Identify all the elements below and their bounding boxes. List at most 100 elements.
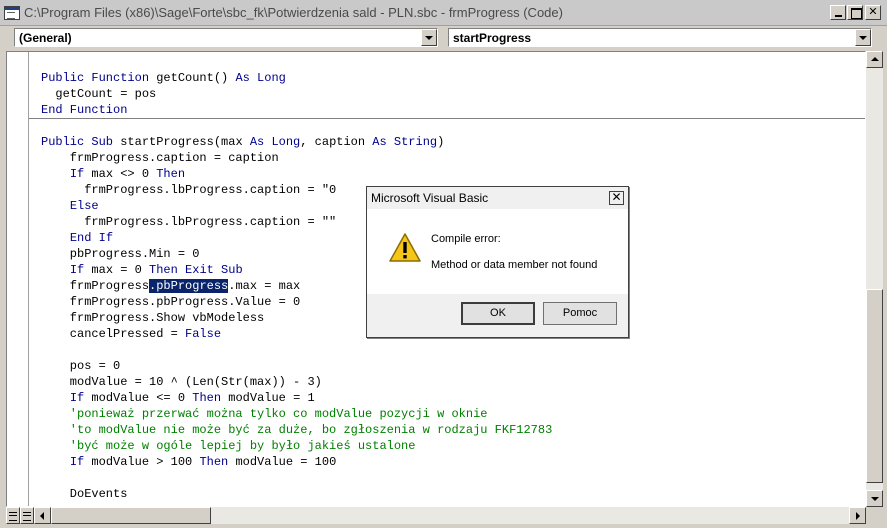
code-keyword: As String	[372, 135, 438, 149]
code-keyword: Public Sub	[41, 135, 121, 149]
close-button[interactable]: ✕	[865, 5, 881, 20]
scroll-up-button[interactable]	[866, 51, 883, 68]
code-line[interactable]: DoEvents	[41, 486, 552, 502]
scroll-right-button[interactable]	[849, 507, 866, 524]
code-line[interactable]: Public Function getCount() As Long	[41, 70, 552, 86]
code-token: frmProgress	[41, 279, 150, 293]
dialog-titlebar[interactable]: Microsoft Visual Basic ✕	[367, 187, 628, 209]
code-keyword: Then	[192, 391, 222, 405]
dialog-message: Method or data member not found	[431, 259, 598, 271]
code-token: , caption	[300, 135, 373, 149]
code-line[interactable]	[41, 118, 552, 134]
procedure-combo[interactable]: startProgress	[448, 28, 872, 47]
window-title: C:\Program Files (x86)\Sage\Forte\sbc_fk…	[24, 5, 563, 20]
ok-button[interactable]: OK	[461, 302, 535, 325]
code-keyword: Then Exit Sub	[149, 263, 243, 277]
code-keyword: If	[69, 167, 85, 181]
chevron-down-icon[interactable]	[855, 29, 871, 46]
code-comment: 'to modValue nie może być za duże, bo zg…	[41, 423, 553, 437]
code-token: pos = 0	[41, 359, 121, 373]
procedure-combo-value: startProgress	[453, 31, 532, 45]
warning-icon	[389, 233, 421, 262]
code-line[interactable]: getCount = pos	[41, 86, 552, 102]
horizontal-scrollbar[interactable]	[34, 507, 866, 524]
selected-code-text: .pbProgress	[149, 279, 229, 293]
code-line[interactable]: 'to modValue nie może być za duże, bo zg…	[41, 422, 553, 438]
code-token: modValue = 1	[221, 391, 315, 405]
code-token: DoEvents	[41, 487, 128, 501]
object-combo[interactable]: (General)	[14, 28, 438, 47]
vertical-scroll-thumb[interactable]	[866, 289, 883, 483]
full-module-view-button[interactable]	[20, 507, 34, 524]
code-keyword: Then	[199, 455, 229, 469]
window-titlebar[interactable]: C:\Program Files (x86)\Sage\Forte\sbc_fk…	[0, 0, 887, 26]
code-line[interactable]: pos = 0	[41, 358, 552, 374]
vertical-scrollbar[interactable]	[866, 51, 883, 507]
error-dialog: Microsoft Visual Basic ✕ Compile error: …	[366, 186, 629, 338]
code-line[interactable]: If modValue > 100 Then modValue = 100	[41, 454, 552, 470]
code-line[interactable]: frmProgress.caption = caption	[41, 150, 552, 166]
code-line[interactable]	[41, 470, 552, 486]
size-grip	[866, 507, 883, 524]
code-keyword: False	[185, 327, 222, 341]
code-token: frmProgress.lbProgress.caption = "0	[41, 183, 337, 197]
code-token: )	[437, 135, 445, 149]
code-token: frmProgress.pbProgress.Value = 0	[41, 295, 301, 309]
code-token: max <> 0	[84, 167, 157, 181]
dialog-message-title: Compile error:	[431, 233, 501, 245]
object-combo-value: (General)	[19, 31, 72, 45]
view-buttons	[6, 507, 34, 524]
code-keyword: If	[69, 263, 85, 277]
code-keyword: Public Function	[41, 71, 157, 85]
minimize-button[interactable]	[830, 5, 846, 20]
code-keyword: If	[69, 455, 85, 469]
help-button[interactable]: Pomoc	[543, 302, 617, 325]
code-line[interactable]: 'ponieważ przerwać można tylko co modVal…	[41, 406, 552, 422]
code-token: getCount()	[156, 71, 236, 85]
scroll-down-button[interactable]	[866, 490, 883, 507]
code-line[interactable]: If modValue <= 0 Then modValue = 1	[41, 390, 552, 406]
code-comment: 'ponieważ przerwać można tylko co modVal…	[41, 407, 488, 421]
code-line[interactable]: Public Sub startProgress(max As Long, ca…	[41, 134, 552, 150]
scroll-left-button[interactable]	[34, 507, 51, 524]
code-line[interactable]: modValue = 10 ^ (Len(Str(max)) - 3)	[41, 374, 552, 390]
horizontal-scroll-thumb[interactable]	[51, 507, 211, 524]
code-token: frmProgress.lbProgress.caption = ""	[41, 215, 337, 229]
code-token: cancelPressed =	[41, 327, 186, 341]
code-line[interactable]: If max <> 0 Then	[41, 166, 552, 182]
procedure-view-button[interactable]	[6, 507, 20, 524]
code-token: modValue <= 0	[84, 391, 193, 405]
chevron-down-icon[interactable]	[421, 29, 437, 46]
dialog-body: Compile error: Method or data member not…	[367, 209, 628, 294]
maximize-button[interactable]	[847, 5, 863, 20]
code-token: pbProgress.Min = 0	[41, 247, 200, 261]
code-token: modValue > 100	[84, 455, 200, 469]
code-keyword: If	[69, 391, 85, 405]
code-token: frmProgress.Show vbModeless	[41, 311, 265, 325]
dialog-title: Microsoft Visual Basic	[371, 191, 489, 205]
code-token: .max = max	[228, 279, 301, 293]
code-line[interactable]	[41, 342, 552, 358]
code-keyword: End Function	[41, 103, 128, 117]
code-line[interactable]: 'być może w ogóle lepiej by było jakieś …	[41, 438, 552, 454]
code-keyword: As Long	[249, 135, 301, 149]
code-keyword: Then	[156, 167, 186, 181]
code-token: startProgress(max	[120, 135, 250, 149]
code-token: frmProgress.caption = caption	[41, 151, 279, 165]
margin-indicator-bar[interactable]	[7, 52, 29, 506]
code-token: modValue = 10 ^ (Len(Str(max)) - 3)	[41, 375, 322, 389]
code-token: modValue = 100	[228, 455, 337, 469]
code-token: getCount = pos	[41, 87, 157, 101]
code-window-icon	[4, 6, 20, 20]
code-comment: 'być może w ogóle lepiej by było jakieś …	[41, 439, 416, 453]
code-line[interactable]: End Function	[41, 102, 552, 118]
code-keyword: End If	[69, 231, 114, 245]
vba-code-window: C:\Program Files (x86)\Sage\Forte\sbc_fk…	[0, 0, 887, 528]
dialog-close-button[interactable]: ✕	[609, 191, 624, 205]
